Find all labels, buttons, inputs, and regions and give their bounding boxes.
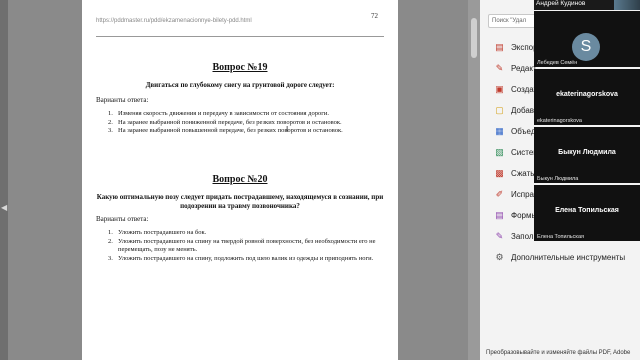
pdf-page: https://pddmaster.ru/pdd/ekzamenacionnye… [82, 0, 398, 360]
participant-name: Елена Топильская [537, 234, 584, 240]
add-comment-icon: ▢ [495, 104, 504, 115]
answers-label-20: Варианты ответа: [96, 215, 149, 223]
tools-search-input[interactable]: Поиск "Удал [488, 14, 536, 28]
promo-text: Преобразовывайте и изменяйте файлы PDF, … [486, 350, 631, 356]
answer-item: 2. Уложить пострадавшего на спину на твер… [108, 237, 376, 254]
edit-icon: ✎ [495, 62, 504, 73]
tool-add-comment[interactable]: ▢ Добав [494, 103, 534, 117]
answers-label-19: Варианты ответа: [96, 96, 149, 104]
tool-fill-sign[interactable]: ✎ Заполн [494, 229, 538, 243]
tool-compress[interactable]: ▩ Сжать [494, 166, 534, 180]
answer-item: 1. Изменяя скорость движения и передачу в… [108, 110, 329, 117]
combine-icon: ▦ [495, 125, 504, 136]
forms-icon: ▤ [495, 209, 504, 220]
fill-sign-icon: ✎ [495, 230, 504, 241]
answer-item: 2. На заранее выбранной пониженной переда… [108, 118, 342, 126]
participant-tile[interactable]: S Лебедев Семён [534, 11, 640, 67]
answer-item: 1. Уложить пострадавшего на бок. [108, 229, 207, 236]
participant-tile[interactable]: ekaterinagorskova ekaterinagorskova [534, 69, 640, 125]
compress-icon: ▩ [495, 167, 504, 178]
tool-edit[interactable]: ✎ Редакт [494, 61, 537, 75]
participant-label: ekaterinagorskova [556, 91, 618, 98]
header-rule [96, 36, 384, 37]
question-20-title: Вопрос №20 [212, 174, 268, 185]
participant-name: ekaterinagorskova [537, 118, 582, 124]
left-panel-toggle[interactable]: ◀ [0, 0, 8, 360]
create-icon: ▣ [495, 83, 504, 94]
tool-organize[interactable]: ▧ Систем [494, 145, 539, 159]
pdf-viewer[interactable]: ◀ https://pddmaster.ru/pdd/ekzamenacionn… [0, 0, 480, 360]
participant-tiles: S Лебедев Семён ekaterinagorskova ekater… [534, 0, 640, 250]
tool-forms[interactable]: ▤ Формы [494, 208, 537, 222]
question-19-text: Двигаться по глубокому снегу на грунтово… [145, 81, 335, 89]
expand-left-icon[interactable]: ◀ [1, 203, 7, 213]
participant-label: Быкун Людмила [558, 149, 616, 156]
tool-redact[interactable]: ✐ Исправ [494, 187, 539, 201]
export-icon: ▤ [495, 41, 504, 52]
tool-more[interactable]: ⚙ Дополнительные инструменты [494, 250, 625, 264]
question-19-title: Вопрос №19 [212, 62, 268, 73]
participant-name: Лебедев Семён [537, 60, 578, 66]
more-tools-icon: ⚙ [495, 251, 504, 262]
vertical-scrollbar[interactable] [468, 0, 480, 360]
tool-combine[interactable]: ▦ Объед [494, 124, 535, 138]
participant-tile[interactable]: Елена Топильская Елена Топильская [534, 185, 640, 241]
answer-item: 3. Уложить пострадавшего на спину, подлож… [108, 254, 374, 262]
question-20-text: Какую оптимальную позу следует придать п… [96, 193, 384, 210]
text-cursor-icon: I [286, 125, 289, 134]
participant-label: Елена Топильская [555, 207, 619, 214]
scrollbar-thumb[interactable] [471, 18, 477, 58]
organize-icon: ▧ [495, 146, 504, 157]
answers-list-20: 1. Уложить пострадавшего на бок. 2. Уложит… [108, 229, 393, 263]
avatar: S [572, 33, 600, 61]
participant-tile[interactable]: Быкун Людмила Быкун Людмила [534, 127, 640, 183]
tool-create[interactable]: ▣ Создат [494, 82, 537, 96]
answer-item: 3. На заранее выбранной повышенной переда… [108, 127, 343, 134]
page-url: https://pddmaster.ru/pdd/ekzamenacionnye… [96, 18, 252, 24]
participant-name: Быкун Людмила [537, 176, 579, 182]
answers-list-19: 1. Изменяя скорость движения и передачу в… [108, 110, 393, 136]
page-number: 72 [371, 12, 378, 20]
redact-icon: ✐ [495, 188, 504, 199]
